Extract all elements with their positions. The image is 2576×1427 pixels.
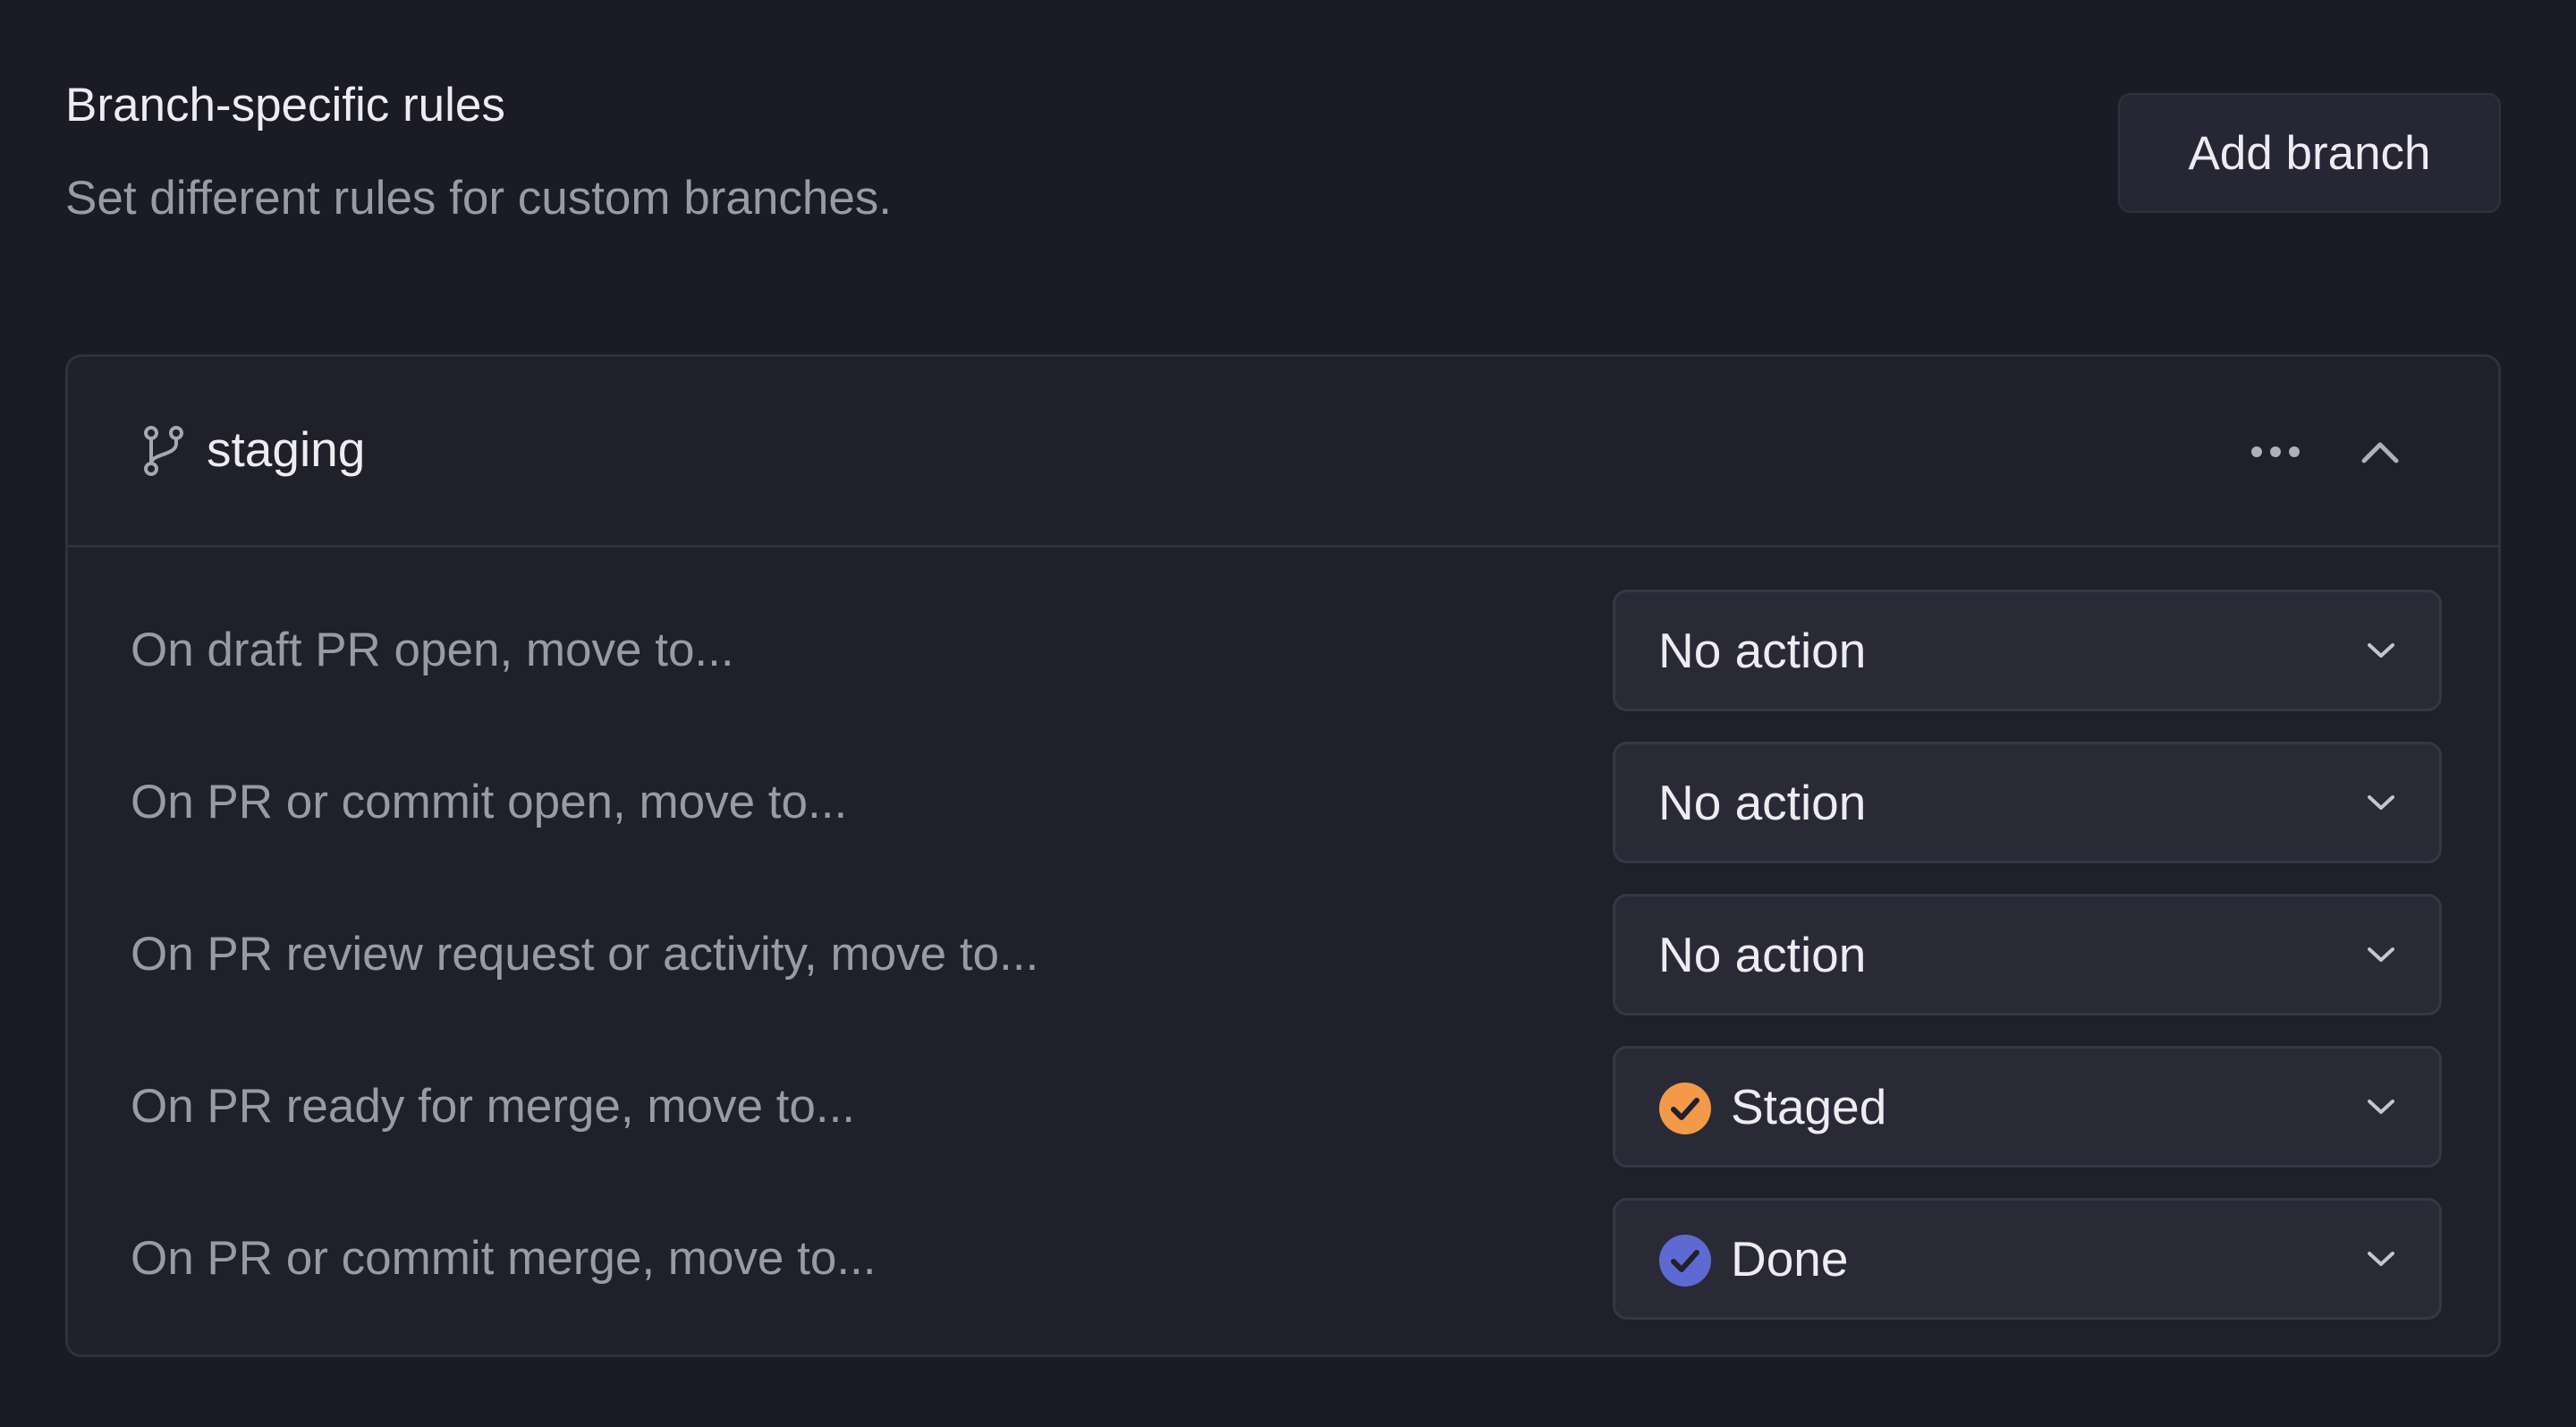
rule-select[interactable]: No action	[1613, 590, 2442, 711]
chevron-down-icon	[2368, 1252, 2394, 1266]
more-options-button[interactable]	[2233, 409, 2318, 495]
section-description: Set different rules for custom branches.	[65, 172, 893, 225]
orange-check-circle-icon	[1659, 1083, 1711, 1134]
git-branch-icon	[144, 426, 183, 476]
more-horizontal-icon	[2251, 446, 2300, 457]
select-value: Staged	[1731, 1079, 1887, 1134]
rule-label: On draft PR open, move to...	[131, 624, 734, 676]
collapse-button[interactable]	[2337, 409, 2423, 495]
rule-label: On PR or commit open, move to...	[131, 776, 848, 828]
chevron-down-icon	[2368, 795, 2394, 810]
select-value: Done	[1731, 1231, 1849, 1287]
chevron-down-icon	[2368, 1100, 2394, 1114]
rule-select[interactable]: Done	[1613, 1198, 2442, 1320]
rule-row: On PR review request or activity, move t…	[68, 894, 2498, 1015]
chevron-down-icon	[2368, 643, 2394, 658]
rule-select[interactable]: No action	[1613, 742, 2442, 863]
chevron-up-icon	[2361, 442, 2399, 463]
rule-label: On PR ready for merge, move to...	[131, 1080, 856, 1133]
rule-label: On PR or commit merge, move to...	[131, 1232, 877, 1285]
blue-check-circle-icon	[1659, 1235, 1711, 1287]
branch-rules-header: Branch-specific rules Set different rule…	[65, 70, 2501, 225]
select-value: No action	[1658, 927, 1867, 982]
select-value: No action	[1658, 623, 1867, 678]
select-value: No action	[1658, 775, 1867, 830]
branch-rules-page: Branch-specific rules Set different rule…	[0, 0, 2576, 1427]
rule-row: On PR or commit merge, move to... Done	[68, 1198, 2498, 1320]
rule-row: On PR ready for merge, move to... Staged	[68, 1046, 2498, 1168]
rule-select[interactable]: No action	[1613, 894, 2442, 1015]
branch-name: staging	[207, 421, 366, 477]
rule-row: On PR or commit open, move to... No acti…	[68, 742, 2498, 863]
rule-row: On draft PR open, move to... No action	[68, 590, 2498, 711]
branch-card-header[interactable]: staging	[68, 357, 2498, 548]
rule-label: On PR review request or activity, move t…	[131, 928, 1039, 981]
rule-select[interactable]: Staged	[1613, 1046, 2442, 1168]
chevron-down-icon	[2368, 947, 2394, 962]
branch-card-staging: staging On draft PR open, move to... No …	[65, 354, 2501, 1357]
add-branch-button[interactable]: Add branch	[2118, 93, 2501, 213]
